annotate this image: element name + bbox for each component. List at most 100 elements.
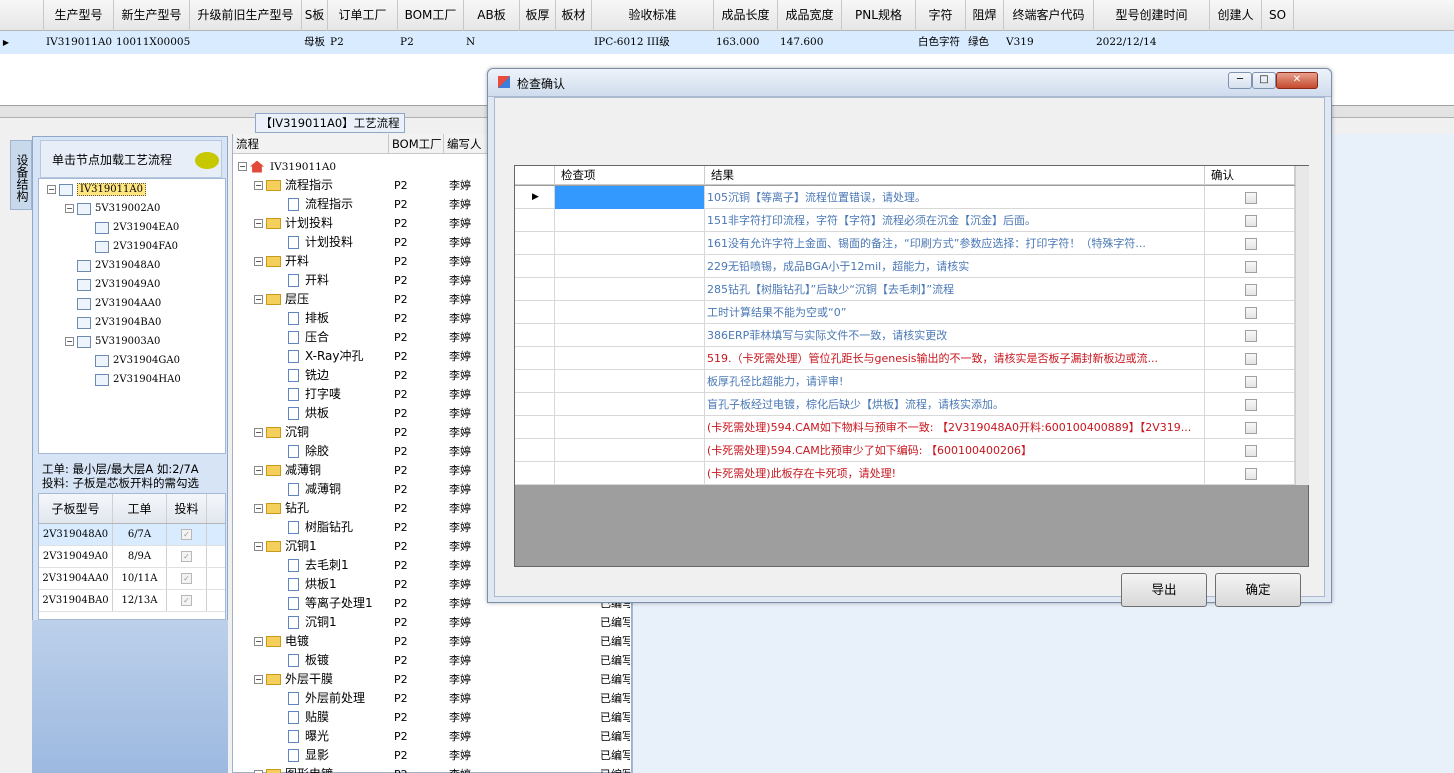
subgrid-row[interactable]: 2V31904AA0 10/11A ✓	[39, 568, 225, 590]
expander-icon[interactable]	[83, 242, 92, 251]
grid-cell[interactable]	[556, 31, 592, 54]
tree-node[interactable]: − 5V319002A0	[39, 199, 225, 218]
process-group-node[interactable]: − 层压	[254, 290, 309, 309]
check-item-cell[interactable]	[555, 324, 705, 347]
col-header[interactable]: 生产型号	[44, 0, 114, 31]
grid-cell[interactable]: 母板	[302, 31, 328, 54]
confirm-checkbox[interactable]	[1244, 422, 1257, 434]
confirm-checkbox[interactable]	[1244, 215, 1257, 227]
process-step-node[interactable]: 板镀	[288, 651, 329, 670]
expander-icon[interactable]: −	[254, 504, 263, 513]
tree-node[interactable]: 2V31904GA0	[39, 351, 225, 370]
process-step-node[interactable]: 贴膜	[288, 708, 329, 727]
col-header-result[interactable]: 结果	[705, 166, 1205, 185]
grid-cell[interactable]: V319	[1004, 31, 1094, 54]
check-row[interactable]: 盲孔子板经过电镀，棕化后缺少【烘板】流程，请核实添加。	[515, 393, 1295, 416]
process-step-node[interactable]: 排板	[288, 309, 329, 328]
dialog-titlebar[interactable]: 检查确认 ─ □ ✕	[488, 69, 1331, 97]
check-result-cell[interactable]: 161没有允许字符上金面、锡面的备注，“印刷方式”参数应选择：打印字符！（特殊字…	[705, 232, 1205, 255]
check-result-cell[interactable]: (卡死需处理)594.CAM如下物料与预审不一致: 【2V319048A0开料:…	[705, 416, 1205, 439]
check-result-cell[interactable]: 519.（卡死需处理）管位孔距长与genesis输出的不一致，请核实是否板子漏封…	[705, 347, 1205, 370]
check-item-cell[interactable]	[555, 255, 705, 278]
close-icon[interactable]: ✕	[1276, 72, 1318, 89]
grid-cell[interactable]: 绿色	[966, 31, 1004, 54]
row-header[interactable]: ▶	[515, 186, 555, 209]
check-result-cell[interactable]: 285钻孔【树脂钻孔】”后缺少“沉铜【去毛刺】”流程	[705, 278, 1205, 301]
process-step-node[interactable]: 显影	[288, 746, 329, 765]
grid-cell[interactable]: 白色字符	[916, 31, 966, 54]
expander-icon[interactable]: −	[238, 162, 247, 171]
confirm-checkbox[interactable]	[1244, 284, 1257, 296]
process-step-node[interactable]: 打字唛	[288, 385, 341, 404]
row-header[interactable]	[515, 370, 555, 393]
grid-scrollbar[interactable]	[1295, 166, 1309, 485]
col-header[interactable]: 升级前旧生产型号	[190, 0, 302, 31]
col-header-bom[interactable]: BOM工厂	[389, 134, 444, 154]
col-header[interactable]: 创建人	[1210, 0, 1262, 31]
grid-cell[interactable]: IPC-6012 III级	[592, 31, 714, 54]
check-item-cell[interactable]	[555, 439, 705, 462]
tab-device-structure[interactable]: 设备结构	[10, 140, 32, 210]
process-step-node[interactable]: 烘板	[288, 404, 329, 423]
subgrid-col-header[interactable]: 投料	[167, 494, 207, 523]
row-header[interactable]	[515, 209, 555, 232]
grid-cell[interactable]	[1262, 31, 1294, 54]
expander-icon[interactable]	[65, 299, 74, 308]
feed-checkbox[interactable]: ✓	[181, 551, 192, 562]
expander-icon[interactable]: −	[254, 637, 263, 646]
process-group-node[interactable]: −图形电镀	[254, 765, 333, 773]
check-row[interactable]: 工时计算结果不能为空或“0”	[515, 301, 1295, 324]
check-row[interactable]: (卡死需处理)594.CAM如下物料与预审不一致: 【2V319048A0开料:…	[515, 416, 1295, 439]
col-header[interactable]: 字符	[916, 0, 966, 31]
tree-node[interactable]: 2V31904AA0	[39, 294, 225, 313]
subgrid-row[interactable]: 2V319049A0 8/9A ✓	[39, 546, 225, 568]
confirm-checkbox[interactable]	[1244, 468, 1257, 480]
expander-icon[interactable]: −	[254, 542, 263, 551]
grid-cell[interactable]: N	[464, 31, 520, 54]
process-group-node[interactable]: − 开料	[254, 252, 309, 271]
row-header[interactable]	[515, 324, 555, 347]
check-row[interactable]: 519.（卡死需处理）管位孔距长与genesis输出的不一致，请核实是否板子漏封…	[515, 347, 1295, 370]
confirm-checkbox[interactable]	[1244, 445, 1257, 457]
check-row[interactable]: 151非字符打印流程，字符【字符】流程必须在沉金【沉金】后面。	[515, 209, 1295, 232]
grid-cell[interactable]: 163.000	[714, 31, 778, 54]
row-header[interactable]	[515, 278, 555, 301]
expander-icon[interactable]	[83, 223, 92, 232]
expander-icon[interactable]: −	[254, 466, 263, 475]
confirm-checkbox[interactable]	[1244, 192, 1257, 204]
process-group-node[interactable]: − 沉铜	[254, 423, 309, 442]
process-group-node[interactable]: − 计划投料	[254, 214, 333, 233]
grid-cell[interactable]	[190, 31, 302, 54]
subgrid-col-header[interactable]: 子板型号	[39, 494, 113, 523]
grid-cell[interactable]: P2	[328, 31, 398, 54]
check-result-cell[interactable]: (卡死需处理)594.CAM比预审少了如下编码: 【600100400206】	[705, 439, 1205, 462]
col-header[interactable]: S板	[302, 0, 328, 31]
process-step-node[interactable]: 流程指示	[288, 195, 353, 214]
process-step-node[interactable]: 等离子处理1	[288, 594, 373, 613]
process-root-node[interactable]: − IV319011A0	[238, 157, 336, 176]
check-item-cell[interactable]	[555, 301, 705, 324]
row-header[interactable]	[515, 462, 555, 485]
process-group-node[interactable]: − 电镀	[254, 632, 309, 651]
col-header[interactable]: 板材	[556, 0, 592, 31]
confirm-checkbox[interactable]	[1244, 307, 1257, 319]
check-item-cell[interactable]	[555, 209, 705, 232]
confirm-checkbox[interactable]	[1244, 376, 1257, 388]
process-group-node[interactable]: − 外层干膜	[254, 670, 333, 689]
ok-button[interactable]: 确定	[1215, 573, 1301, 607]
col-header[interactable]: 成品长度	[714, 0, 778, 31]
check-row[interactable]: 板厚孔径比超能力，请评审!	[515, 370, 1295, 393]
check-result-cell[interactable]: 386ERP菲林填写与实际文件不一致，请核实更改	[705, 324, 1205, 347]
process-group-node[interactable]: − 沉铜1	[254, 537, 317, 556]
process-group-node[interactable]: − 流程指示	[254, 176, 333, 195]
row-header[interactable]	[515, 416, 555, 439]
check-item-cell[interactable]	[555, 416, 705, 439]
expander-icon[interactable]: −	[47, 185, 56, 194]
check-result-cell[interactable]: 盲孔子板经过电镀，棕化后缺少【烘板】流程，请核实添加。	[705, 393, 1205, 416]
tree-node[interactable]: 2V319049A0	[39, 275, 225, 294]
confirm-checkbox[interactable]	[1244, 261, 1257, 273]
subgrid-row[interactable]: 2V31904BA0 12/13A ✓	[39, 590, 225, 612]
col-header[interactable]: BOM工厂	[398, 0, 464, 31]
export-button[interactable]: 导出	[1121, 573, 1207, 607]
expander-icon[interactable]: −	[254, 219, 263, 228]
